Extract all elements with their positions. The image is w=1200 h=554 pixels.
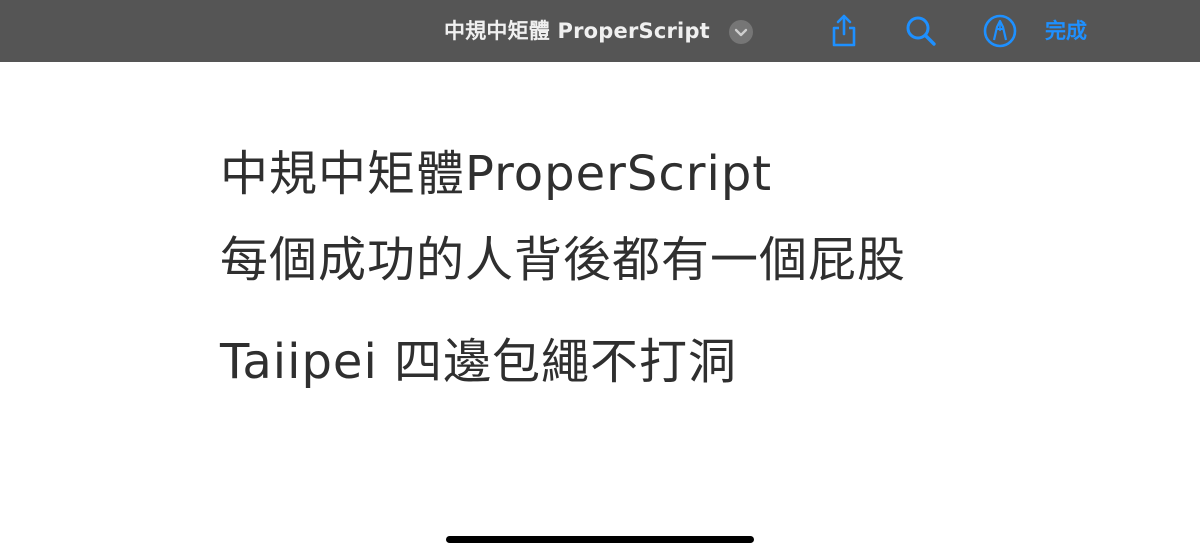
sample-text-line-3: Taiipei 四邊包繩不打洞 — [220, 334, 738, 390]
search-icon — [906, 16, 936, 46]
markup-pen-icon — [983, 14, 1017, 48]
done-button[interactable]: 完成 — [1045, 18, 1087, 44]
share-button[interactable] — [826, 13, 862, 49]
chevron-down-icon[interactable] — [729, 20, 753, 44]
document-view[interactable]: 中規中矩體ProperScript 每個成功的人背後都有一個屁股 Taiipei… — [0, 62, 1200, 554]
markup-button[interactable] — [982, 13, 1018, 49]
search-button[interactable] — [903, 13, 939, 49]
document-title[interactable]: 中規中矩體 ProperScript — [444, 18, 710, 44]
top-toolbar: 中規中矩體 ProperScript 完成 — [0, 0, 1200, 62]
sample-text-line-2: 每個成功的人背後都有一個屁股 — [220, 232, 907, 288]
sample-text-line-1: 中規中矩體ProperScript — [220, 146, 773, 202]
home-indicator[interactable] — [446, 536, 754, 543]
share-icon — [832, 14, 856, 47]
